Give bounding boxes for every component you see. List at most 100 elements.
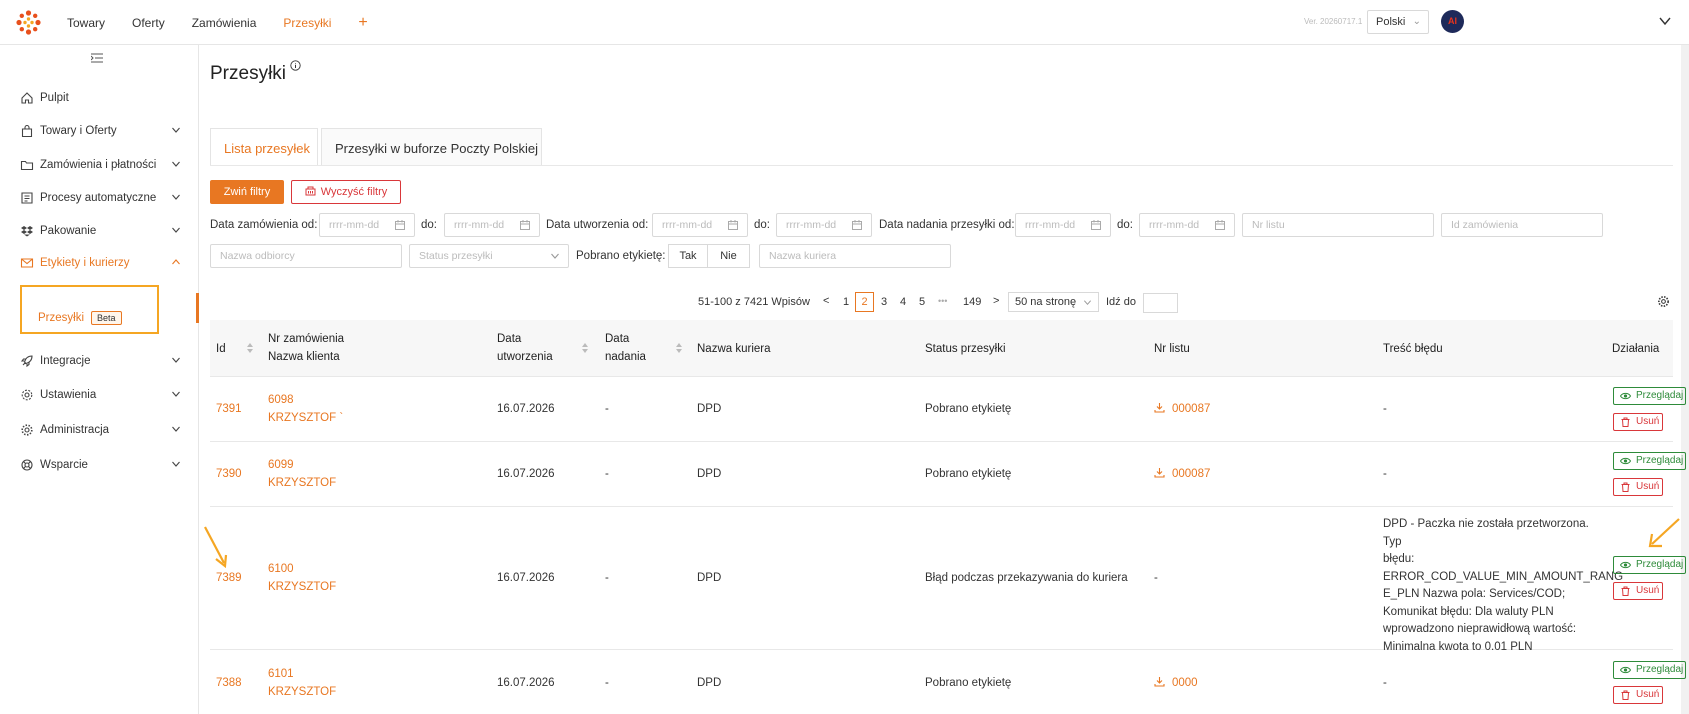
order-date-to-input[interactable]: rrrr-mm-dd bbox=[444, 213, 540, 237]
shipped-from-input[interactable]: rrrr-mm-dd bbox=[1015, 213, 1111, 237]
order-date-from-input[interactable]: rrrr-mm-dd bbox=[319, 213, 415, 237]
row-nr-listu: - bbox=[1154, 572, 1158, 584]
page-3[interactable]: 3 bbox=[881, 296, 887, 318]
row-id[interactable]: 7389 bbox=[216, 569, 242, 587]
view-button[interactable]: Przeglądaj bbox=[1613, 387, 1686, 405]
row-client[interactable]: KRZYSZTOF bbox=[268, 578, 336, 596]
sidebar-item-administracja[interactable]: Administracja bbox=[20, 420, 185, 440]
page-1[interactable]: 1 bbox=[843, 296, 849, 318]
tab-divider bbox=[210, 165, 1673, 166]
page-ellipsis[interactable]: ••• bbox=[938, 296, 947, 318]
sidebar-item-pakowanie[interactable]: Pakowanie bbox=[20, 221, 185, 241]
row-status: Błąd podczas przekazywania do kuriera bbox=[925, 572, 1128, 584]
row-shipped: - bbox=[605, 677, 609, 689]
folder-icon bbox=[20, 160, 34, 171]
per-page-select[interactable]: 50 na stronę bbox=[1008, 292, 1099, 312]
sidebar-item-etykiety-i-kurierzy[interactable]: Etykiety i kurierzy bbox=[20, 253, 185, 273]
row-order[interactable]: 6099 bbox=[268, 456, 294, 474]
row-created: 16.07.2026 bbox=[497, 677, 555, 689]
sidebar-item-towary-i-oferty[interactable]: Towary i Oferty bbox=[20, 121, 185, 141]
logo-icon[interactable] bbox=[16, 10, 41, 35]
page-2-current[interactable]: 2 bbox=[855, 292, 874, 312]
sort-icon[interactable] bbox=[581, 342, 589, 354]
courier-input[interactable]: Nazwa kuriera bbox=[759, 244, 951, 268]
row-client[interactable]: KRZYSZTOF bbox=[268, 683, 336, 701]
rocket-icon bbox=[20, 355, 33, 368]
view-button[interactable]: Przeglądaj bbox=[1613, 556, 1686, 574]
row-shipped: - bbox=[605, 572, 609, 584]
recipient-input[interactable]: Nazwa odbiorcy bbox=[210, 244, 402, 268]
delete-button[interactable]: Usuń bbox=[1613, 686, 1663, 704]
row-courier: DPD bbox=[697, 572, 722, 584]
row-id[interactable]: 7390 bbox=[216, 465, 242, 483]
sidebar-item-ustawienia[interactable]: Ustawienia bbox=[20, 385, 185, 405]
sidebar-item-zamowienia[interactable]: Zamówienia i płatności bbox=[20, 155, 185, 175]
label-no-button[interactable]: Nie bbox=[707, 244, 750, 268]
row-nr-listu[interactable]: 000087 bbox=[1154, 400, 1210, 418]
created-from-input[interactable]: rrrr-mm-dd bbox=[652, 213, 748, 237]
eraser-icon bbox=[305, 186, 316, 196]
chevron-down-icon bbox=[1083, 300, 1092, 306]
sort-icon[interactable] bbox=[675, 342, 683, 354]
clear-filters-button[interactable]: Wyczyść filtry bbox=[291, 180, 401, 204]
page-5[interactable]: 5 bbox=[919, 296, 925, 318]
view-button[interactable]: Przeglądaj bbox=[1613, 661, 1686, 679]
prev-page-button[interactable]: < bbox=[823, 295, 829, 317]
language-select[interactable]: Polski ⌄ bbox=[1367, 10, 1429, 34]
collapse-filters-button[interactable]: Zwiń filtry bbox=[210, 180, 284, 204]
tab-lista-przesylek[interactable]: Lista przesyłek bbox=[210, 128, 318, 166]
add-tab-button[interactable]: + bbox=[358, 14, 367, 32]
delete-button[interactable]: Usuń bbox=[1613, 478, 1663, 496]
calendar-icon bbox=[1091, 220, 1101, 230]
cog-icon bbox=[21, 424, 33, 436]
scrollbar[interactable] bbox=[1681, 45, 1689, 714]
col-shipped[interactable]: Data nadania bbox=[605, 330, 655, 366]
avatar[interactable]: AI bbox=[1441, 10, 1464, 33]
sidebar-item-wsparcie[interactable]: Wsparcie bbox=[20, 455, 185, 475]
row-nr-listu[interactable]: 0000 bbox=[1154, 674, 1198, 692]
shipped-to-input[interactable]: rrrr-mm-dd bbox=[1139, 213, 1235, 237]
label-yes-button[interactable]: Tak bbox=[668, 244, 708, 268]
col-created[interactable]: Data utworzenia bbox=[497, 330, 557, 366]
sidebar-item-label: Etykiety i kurierzy bbox=[40, 257, 130, 269]
chevron-down-icon bbox=[172, 357, 180, 363]
col-id[interactable]: Id bbox=[216, 340, 226, 358]
view-button[interactable]: Przeglądaj bbox=[1613, 452, 1686, 470]
sidebar: Pulpit Towary i Oferty Zamówienia i płat… bbox=[0, 45, 199, 714]
top-nav-oferty[interactable]: Oferty bbox=[132, 16, 165, 30]
top-nav-zamowienia[interactable]: Zamówienia bbox=[192, 16, 257, 30]
top-bar: Towary Oferty Zamówienia Przesyłki + Ver… bbox=[0, 0, 1689, 45]
info-icon[interactable] bbox=[290, 60, 301, 71]
goto-page-input[interactable] bbox=[1143, 293, 1178, 313]
row-nr-listu[interactable]: 000087 bbox=[1154, 465, 1210, 483]
chevron-down-icon bbox=[172, 127, 180, 133]
table-settings-icon[interactable] bbox=[1657, 295, 1670, 308]
sidebar-subitem-przesylki[interactable]: Przesyłki Beta bbox=[38, 311, 122, 325]
nr-listu-input[interactable]: Nr listu bbox=[1242, 213, 1434, 237]
row-id[interactable]: 7391 bbox=[216, 400, 242, 418]
order-id-input[interactable]: Id zamówienia bbox=[1441, 213, 1603, 237]
sidebar-item-procesy[interactable]: Procesy automatyczne bbox=[20, 188, 185, 208]
page-4[interactable]: 4 bbox=[900, 296, 906, 318]
row-client[interactable]: KRZYSZTOF bbox=[268, 474, 336, 492]
sort-icon[interactable] bbox=[246, 342, 254, 354]
top-nav-towary[interactable]: Towary bbox=[67, 16, 105, 30]
delete-button[interactable]: Usuń bbox=[1613, 582, 1663, 600]
delete-button[interactable]: Usuń bbox=[1613, 413, 1663, 431]
collapse-menu-icon[interactable] bbox=[91, 53, 103, 63]
row-shipped: - bbox=[605, 403, 609, 415]
status-select[interactable]: Status przesyłki bbox=[409, 244, 569, 268]
page-149[interactable]: 149 bbox=[963, 296, 981, 318]
created-to-input[interactable]: rrrr-mm-dd bbox=[776, 213, 872, 237]
row-order[interactable]: 6098 bbox=[268, 391, 294, 409]
row-order[interactable]: 6100 bbox=[268, 560, 294, 578]
row-client[interactable]: KRZYSZTOF ` bbox=[268, 409, 343, 427]
sidebar-item-pulpit[interactable]: Pulpit bbox=[20, 88, 185, 108]
sidebar-item-integracje[interactable]: Integracje bbox=[20, 351, 185, 371]
next-page-button[interactable]: > bbox=[993, 295, 999, 317]
row-id[interactable]: 7388 bbox=[216, 674, 242, 692]
chevron-down-icon[interactable] bbox=[1658, 14, 1672, 28]
row-order[interactable]: 6101 bbox=[268, 665, 294, 683]
tab-bufor-poczty-polskiej[interactable]: Przesyłki w buforze Poczty Polskiej bbox=[321, 128, 542, 166]
top-nav-przesylki[interactable]: Przesyłki bbox=[283, 16, 331, 30]
